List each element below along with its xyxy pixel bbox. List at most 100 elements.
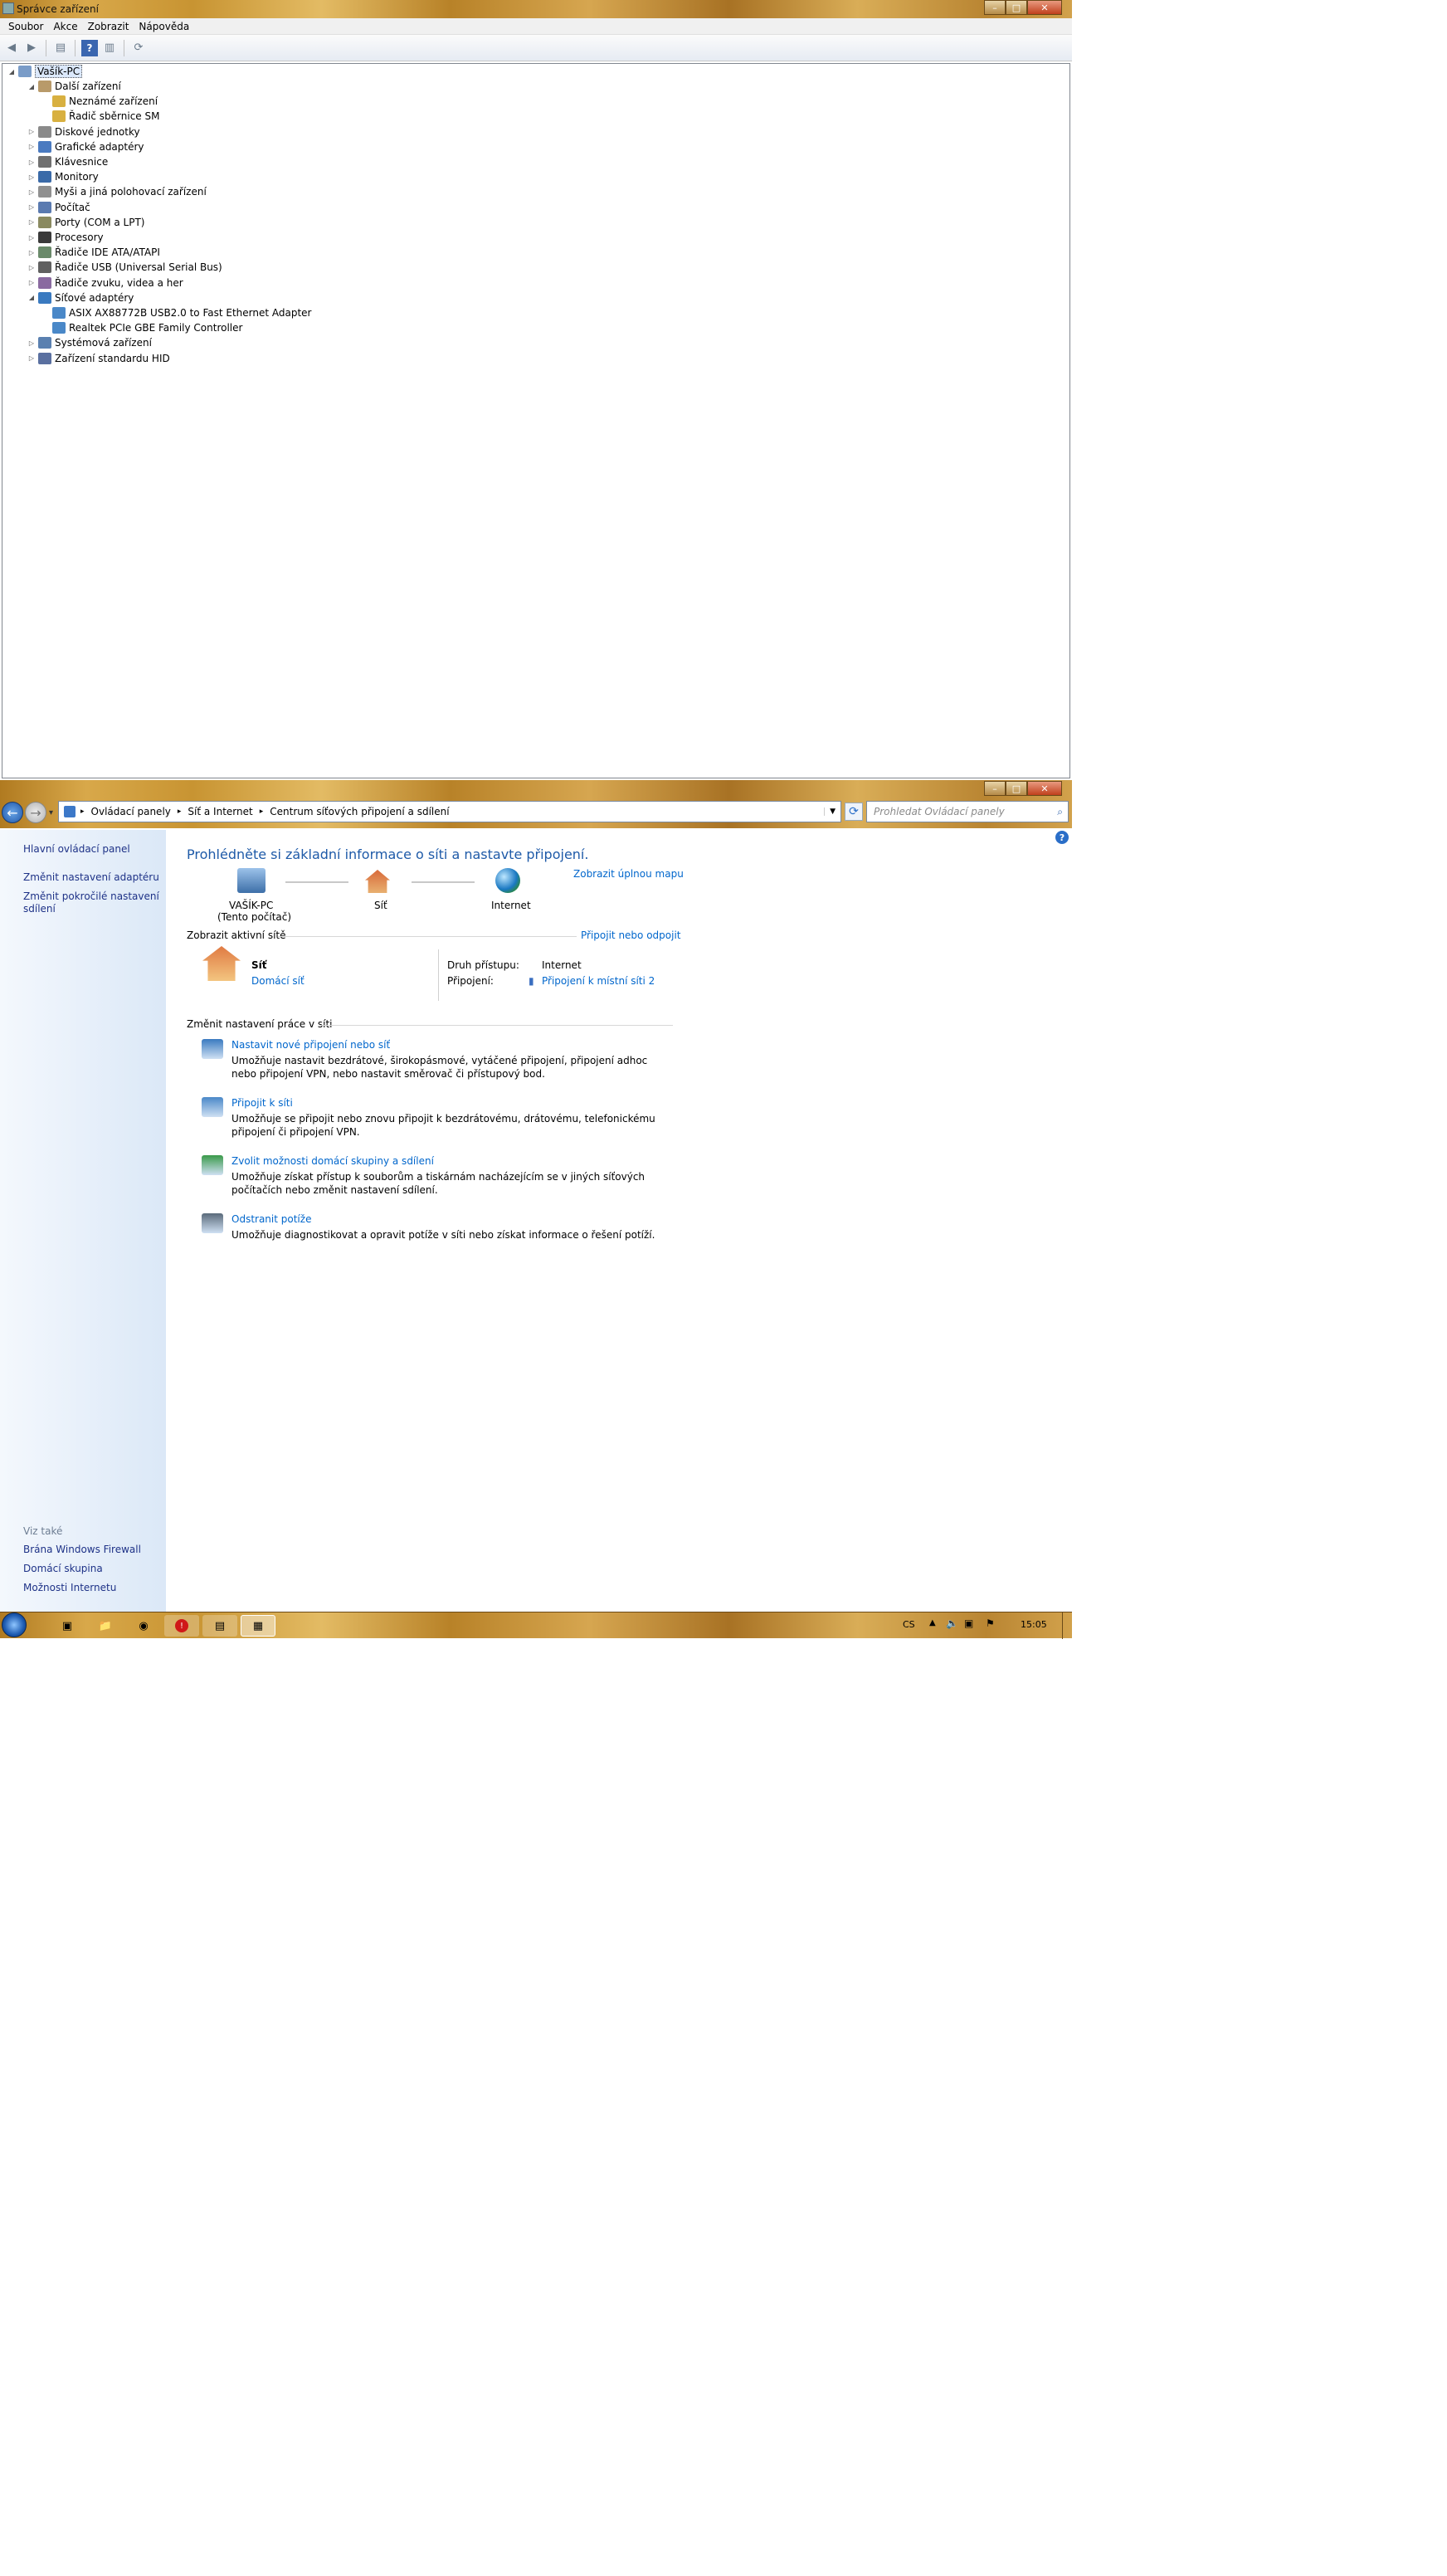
breadcrumb-network-internet[interactable]: Síť a Internet [188, 806, 252, 817]
task-link[interactable]: Odstranit potíže [231, 1213, 311, 1225]
volume-icon[interactable]: 🔈 [946, 1617, 958, 1629]
tree-node[interactable]: ▷ Procesory [27, 230, 104, 245]
tree-child-label: Řadič sběrnice SM [69, 110, 160, 123]
minimize-button[interactable]: – [984, 0, 1006, 15]
link-full-map[interactable]: Zobrazit úplnou mapu [573, 868, 684, 880]
network-center-icon[interactable]: ▦ [241, 1615, 275, 1637]
tree-node[interactable]: ▷ Řadiče zvuku, videa a her [27, 276, 183, 290]
properties-icon[interactable]: ▤ [52, 40, 69, 56]
expand-icon[interactable]: ▷ [27, 339, 36, 347]
tree-node[interactable]: ▷ Řadiče IDE ATA/ATAPI [27, 245, 160, 260]
tree-child-node[interactable]: Realtek PCIe GBE Family Controller [52, 320, 242, 335]
expand-icon[interactable]: ▷ [27, 128, 36, 135]
close-button[interactable]: ✕ [1027, 781, 1062, 796]
link-change-advanced-sharing[interactable]: Změnit pokročilé nastavení sdílení [23, 890, 164, 915]
address-dropdown-icon[interactable]: ▼ [824, 807, 840, 816]
task-link[interactable]: Nastavit nové připojení nebo síť [231, 1039, 390, 1051]
link-control-panel-home[interactable]: Hlavní ovládací panel [23, 843, 164, 856]
menu-file[interactable]: Soubor [3, 18, 48, 34]
tree-node[interactable]: ▷ Monitory [27, 169, 99, 184]
device-manager-icon[interactable]: ▤ [202, 1615, 237, 1637]
expand-icon[interactable]: ▷ [27, 354, 36, 362]
tree-node[interactable]: ▷ Klávesnice [27, 154, 108, 169]
expand-icon[interactable]: ▷ [27, 264, 36, 271]
breadcrumb-arrow-icon[interactable]: ▸ [260, 807, 264, 816]
task-link[interactable]: Zvolit možnosti domácí skupiny a sdílení [231, 1155, 434, 1167]
explorer-icon[interactable]: ▣ [50, 1615, 85, 1637]
breadcrumb-network-center[interactable]: Centrum síťových připojení a sdílení [270, 806, 449, 817]
scan-hardware-icon[interactable]: ⟳ [130, 40, 147, 56]
expand-icon[interactable]: ▷ [27, 188, 36, 196]
expand-icon[interactable]: ▷ [27, 218, 36, 226]
breadcrumb-arrow-icon[interactable]: ▸ [80, 807, 85, 816]
chrome-icon[interactable]: ◉ [126, 1615, 161, 1637]
network-icon[interactable]: ▣ [964, 1617, 973, 1629]
device-tree[interactable]: ◢ Vašík-PC ◢ Další zařízení Neznámé zaříze… [2, 63, 1070, 778]
breadcrumb-arrow-icon[interactable]: ▸ [178, 807, 182, 816]
show-desktop-button[interactable] [1062, 1612, 1072, 1639]
breadcrumb-control-panel[interactable]: Ovládací panely [91, 806, 171, 817]
tree-node[interactable]: ◢ Síťové adaptéry [27, 290, 134, 305]
help-icon[interactable]: ? [1055, 831, 1069, 844]
collapse-icon[interactable]: ◢ [27, 83, 36, 90]
menu-view[interactable]: Zobrazit [83, 18, 134, 34]
recent-pages-button[interactable]: ▾ [49, 808, 53, 817]
expand-icon[interactable]: ▷ [27, 279, 36, 286]
tree-node[interactable]: ▷ Řadiče USB (Universal Serial Bus) [27, 260, 222, 275]
tree-node[interactable]: ◢ Další zařízení [27, 79, 121, 94]
expand-icon[interactable]: ▷ [27, 249, 36, 256]
tree-node[interactable]: ▷ Myši a jiná polohovací zařízení [27, 184, 207, 199]
link-connect-disconnect[interactable]: Připojit nebo odpojit [581, 929, 681, 941]
clock[interactable]: 15:05 [1021, 1619, 1047, 1630]
collapse-icon[interactable]: ◢ [27, 294, 36, 301]
folder-icon[interactable]: 📁 [88, 1615, 123, 1637]
expand-icon[interactable]: ▷ [27, 143, 36, 150]
expand-icon[interactable]: ▷ [27, 203, 36, 211]
link-windows-firewall[interactable]: Brána Windows Firewall [23, 1544, 164, 1556]
link-change-adapter-settings[interactable]: Změnit nastavení adaptéru [23, 871, 164, 884]
tree-root-label: Vašík-PC [35, 65, 83, 78]
title-bar[interactable]: Správce zařízení – □ ✕ [0, 0, 1072, 18]
tree-node[interactable]: ▷ Grafické adaptéry [27, 139, 144, 154]
search-icon[interactable]: ⌕ [1057, 806, 1063, 818]
minimize-button[interactable]: – [984, 781, 1006, 796]
expand-icon[interactable]: ▷ [27, 173, 36, 181]
tree-child-node[interactable]: Řadič sběrnice SM [52, 109, 159, 124]
show-hidden-icons-icon[interactable]: ▲ [929, 1618, 936, 1627]
link-local-connection[interactable]: Připojení k místní síti 2 [542, 975, 655, 987]
tree-node[interactable]: ▷ Systémová zařízení [27, 335, 152, 350]
antivirus-icon[interactable]: ! [164, 1615, 199, 1637]
link-homegroup[interactable]: Domácí skupina [23, 1563, 164, 1575]
search-input[interactable]: Prohledat Ovládací panely ⌕ [866, 801, 1069, 822]
expand-icon[interactable]: ▷ [27, 234, 36, 242]
back-button[interactable]: ← [2, 802, 23, 823]
title-bar[interactable]: – □ ✕ [0, 780, 1072, 797]
task-link[interactable]: Připojit k síti [231, 1097, 293, 1109]
close-button[interactable]: ✕ [1027, 0, 1062, 15]
action-center-flag-icon[interactable]: ⚑ [986, 1617, 995, 1629]
help-icon[interactable]: ? [81, 39, 98, 56]
tree-child-node[interactable]: Neznámé zařízení [52, 94, 158, 109]
tree-node[interactable]: ▷ Porty (COM a LPT) [27, 215, 144, 230]
maximize-button[interactable]: □ [1006, 0, 1027, 15]
start-button[interactable] [2, 1612, 27, 1637]
forward-button[interactable]: → [25, 802, 46, 823]
tree-child-node[interactable]: ASIX AX88772B USB2.0 to Fast Ethernet Ad… [52, 305, 311, 320]
tree-node[interactable]: ▷ Diskové jednotky [27, 124, 140, 139]
refresh-icon[interactable]: ⟳ [845, 803, 863, 821]
forward-arrow-icon[interactable]: ▶ [23, 40, 40, 56]
tree-root[interactable]: ◢ Vašík-PC [7, 64, 83, 79]
console-tree-icon[interactable]: ▥ [101, 40, 118, 56]
link-home-network[interactable]: Domácí síť [251, 975, 305, 987]
address-bar[interactable]: ▸ Ovládací panely ▸ Síť a Internet ▸ Cen… [58, 801, 841, 822]
tree-node[interactable]: ▷ Zařízení standardu HID [27, 351, 170, 366]
collapse-icon[interactable]: ◢ [7, 68, 16, 76]
tree-node[interactable]: ▷ Počítač [27, 200, 90, 215]
language-indicator[interactable]: CS [903, 1619, 915, 1630]
maximize-button[interactable]: □ [1006, 781, 1027, 796]
back-arrow-icon[interactable]: ◀ [3, 40, 20, 56]
link-internet-options[interactable]: Možnosti Internetu [23, 1582, 164, 1594]
menu-action[interactable]: Akce [48, 18, 82, 34]
expand-icon[interactable]: ▷ [27, 159, 36, 166]
menu-help[interactable]: Nápověda [134, 18, 194, 34]
